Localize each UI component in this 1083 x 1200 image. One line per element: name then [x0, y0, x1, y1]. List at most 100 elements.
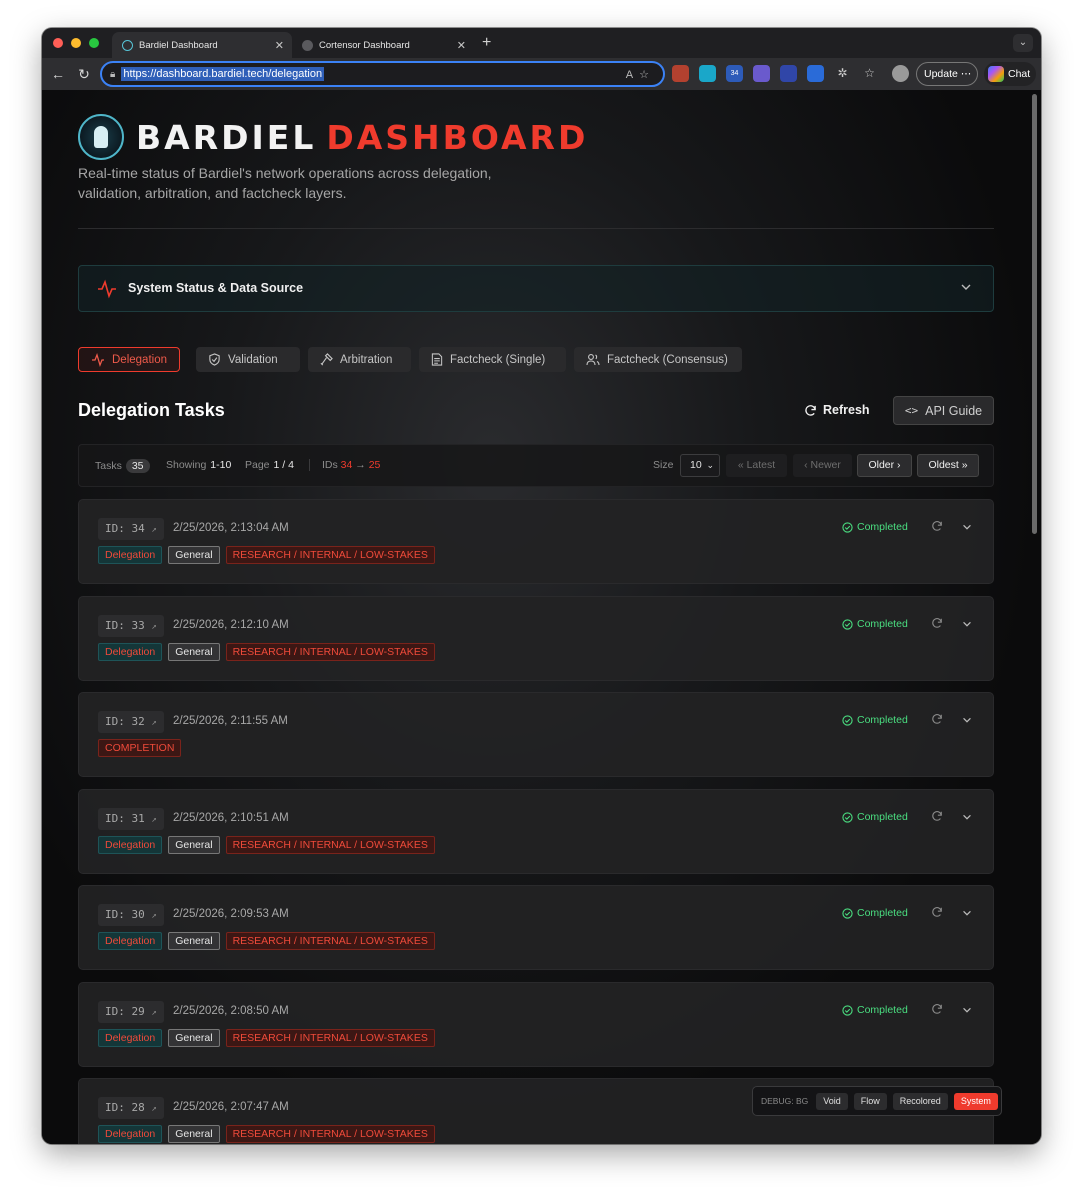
close-tab-icon[interactable]: ✕ [275, 39, 284, 52]
tab-factcheck-single[interactable]: Factcheck (Single) [419, 347, 566, 372]
rerun-icon[interactable] [931, 1003, 943, 1015]
site-info-icon[interactable]: 🔒︎ [110, 69, 115, 80]
task-tags: COMPLETION [98, 739, 182, 757]
close-tab-icon[interactable]: ✕ [457, 39, 466, 52]
external-link-icon[interactable]: ↗ [151, 815, 156, 825]
maximize-window-button[interactable] [89, 38, 99, 48]
older-button[interactable]: Older › [857, 454, 912, 477]
task-id-label: ID: 34 [105, 522, 145, 535]
task-tag: General [168, 546, 220, 564]
profile-avatar[interactable] [892, 65, 909, 82]
chevron-down-icon[interactable] [961, 907, 973, 919]
status-badge: Completed [842, 811, 908, 823]
debug-label: DEBUG: BG [761, 1096, 809, 1106]
status-label: Completed [857, 907, 908, 919]
task-card[interactable]: ID: 32 ↗ 2/25/2026, 2:11:55 AM COMPLETION C… [78, 692, 994, 777]
tab-strip: Bardiel Dashboard ✕ Cortensor Dashboard … [42, 28, 1041, 58]
favorites-icon[interactable]: ☆ [861, 65, 878, 82]
extension-icon[interactable] [807, 65, 824, 82]
task-id-badge[interactable]: ID: 30 ↗ [98, 904, 164, 926]
task-card[interactable]: ID: 29 ↗ 2/25/2026, 2:08:50 AM Delegation G… [78, 982, 994, 1067]
external-link-icon[interactable]: ↗ [151, 1104, 156, 1114]
address-bar[interactable]: 🔒︎ https://dashboard.bardiel.tech/delega… [100, 61, 665, 87]
task-tags: Delegation General RESEARCH / INTERNAL / L… [98, 1125, 435, 1143]
tab-delegation[interactable]: Delegation [78, 347, 180, 372]
refresh-button[interactable]: Refresh [804, 403, 870, 417]
rerun-icon[interactable] [931, 520, 943, 532]
task-id-badge[interactable]: ID: 28 ↗ [98, 1097, 164, 1119]
external-link-icon[interactable]: ↗ [151, 1008, 156, 1018]
chevron-down-icon[interactable] [961, 521, 973, 533]
tab-label: Factcheck (Single) [450, 353, 546, 366]
task-id-badge[interactable]: ID: 33 ↗ [98, 615, 164, 637]
reload-icon[interactable]: ↻ [71, 66, 97, 83]
status-label: Completed [857, 618, 908, 630]
latest-button[interactable]: « Latest [726, 454, 787, 477]
extension-icon[interactable] [753, 65, 770, 82]
minimize-window-button[interactable] [71, 38, 81, 48]
debug-flow-button[interactable]: Flow [853, 1092, 887, 1110]
debug-system-button[interactable]: System [953, 1092, 998, 1110]
url-text[interactable]: https://dashboard.bardiel.tech/delegatio… [121, 67, 325, 81]
task-card[interactable]: ID: 31 ↗ 2/25/2026, 2:10:51 AM Delegation G… [78, 789, 994, 874]
rerun-icon[interactable] [931, 810, 943, 822]
browser-tab-cortensor[interactable]: Cortensor Dashboard ✕ [292, 32, 474, 58]
status-badge: Completed [842, 1004, 908, 1016]
close-window-button[interactable] [53, 38, 63, 48]
task-id-badge[interactable]: ID: 29 ↗ [98, 1001, 164, 1023]
chevron-down-icon[interactable] [959, 280, 973, 294]
tab-validation[interactable]: Validation [196, 347, 300, 372]
task-tags: Delegation General RESEARCH / INTERNAL / L… [98, 836, 435, 854]
browser-tab-bardiel[interactable]: Bardiel Dashboard ✕ [112, 32, 292, 58]
newer-button[interactable]: ‹ Newer [793, 454, 852, 477]
task-tag: General [168, 1029, 220, 1047]
task-id-badge[interactable]: ID: 34 ↗ [98, 518, 164, 540]
task-id-badge[interactable]: ID: 31 ↗ [98, 808, 164, 830]
tab-arbitration[interactable]: Arbitration [308, 347, 411, 372]
rerun-icon[interactable] [931, 617, 943, 629]
page-stat: Page 1 / 4 [245, 459, 294, 471]
copilot-chat-button[interactable]: Chat [984, 62, 1036, 86]
ids-stat: IDs 34 → 25 [309, 459, 380, 471]
puzzle-extensions-icon[interactable]: ✲ [834, 65, 851, 82]
chevron-down-icon[interactable] [961, 811, 973, 823]
task-card[interactable]: ID: 30 ↗ 2/25/2026, 2:09:53 AM Delegation G… [78, 885, 994, 970]
debug-recolored-button[interactable]: Recolored [892, 1092, 948, 1110]
code-icon: <> [904, 404, 919, 417]
task-card[interactable]: ID: 33 ↗ 2/25/2026, 2:12:10 AM Delegation G… [78, 596, 994, 681]
module-tabs: Delegation Validation Arbitration Factch… [78, 347, 742, 372]
chevron-down-icon[interactable] [961, 618, 973, 630]
new-tab-icon[interactable]: + [482, 34, 491, 52]
rerun-icon[interactable] [931, 713, 943, 725]
external-link-icon[interactable]: ↗ [151, 718, 156, 728]
api-guide-button[interactable]: <> API Guide [893, 396, 994, 425]
chevron-down-icon[interactable] [961, 1004, 973, 1016]
debug-void-button[interactable]: Void [816, 1092, 848, 1110]
page-size-select[interactable]: 10 ⌄ [680, 454, 720, 477]
check-circle-icon [842, 521, 853, 533]
brand-title-primary: BARDIEL [136, 117, 317, 157]
task-tag: General [168, 643, 220, 661]
ids-from: 34 [340, 459, 353, 471]
chevron-down-icon[interactable] [961, 714, 973, 726]
extension-icon[interactable] [699, 65, 716, 82]
extension-icon[interactable] [672, 65, 689, 82]
external-link-icon[interactable]: ↗ [151, 525, 156, 535]
bardiel-favicon-icon [122, 39, 133, 51]
read-aloud-and-favorite-icons[interactable]: A☆ [626, 68, 655, 81]
calendar-extension-icon[interactable]: 34 [726, 65, 743, 82]
external-link-icon[interactable]: ↗ [151, 622, 156, 632]
oldest-button[interactable]: Oldest » [917, 454, 979, 477]
rerun-icon[interactable] [931, 906, 943, 918]
update-button[interactable]: Update ⋯ [916, 62, 978, 86]
task-id-badge[interactable]: ID: 32 ↗ [98, 711, 164, 733]
tab-list-chevron-icon[interactable]: ⌄ [1013, 34, 1033, 52]
system-status-accordion[interactable]: System Status & Data Source [78, 265, 994, 312]
task-card[interactable]: ID: 34 ↗ 2/25/2026, 2:13:04 AM Delegation G… [78, 499, 994, 584]
external-link-icon[interactable]: ↗ [151, 911, 156, 921]
tab-factcheck-consensus[interactable]: Factcheck (Consensus) [574, 347, 742, 372]
refresh-label: Refresh [823, 403, 870, 417]
extension-icon[interactable] [780, 65, 797, 82]
page-scrollbar[interactable] [1032, 94, 1037, 534]
back-arrow-icon[interactable]: ← [45, 66, 71, 82]
